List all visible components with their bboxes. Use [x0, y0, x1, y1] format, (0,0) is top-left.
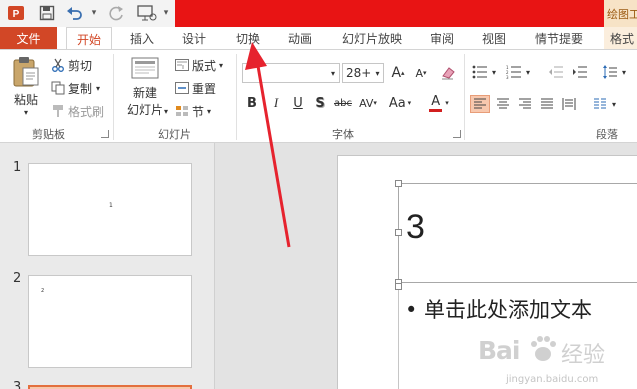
annotation-arrow-icon: [245, 42, 291, 248]
